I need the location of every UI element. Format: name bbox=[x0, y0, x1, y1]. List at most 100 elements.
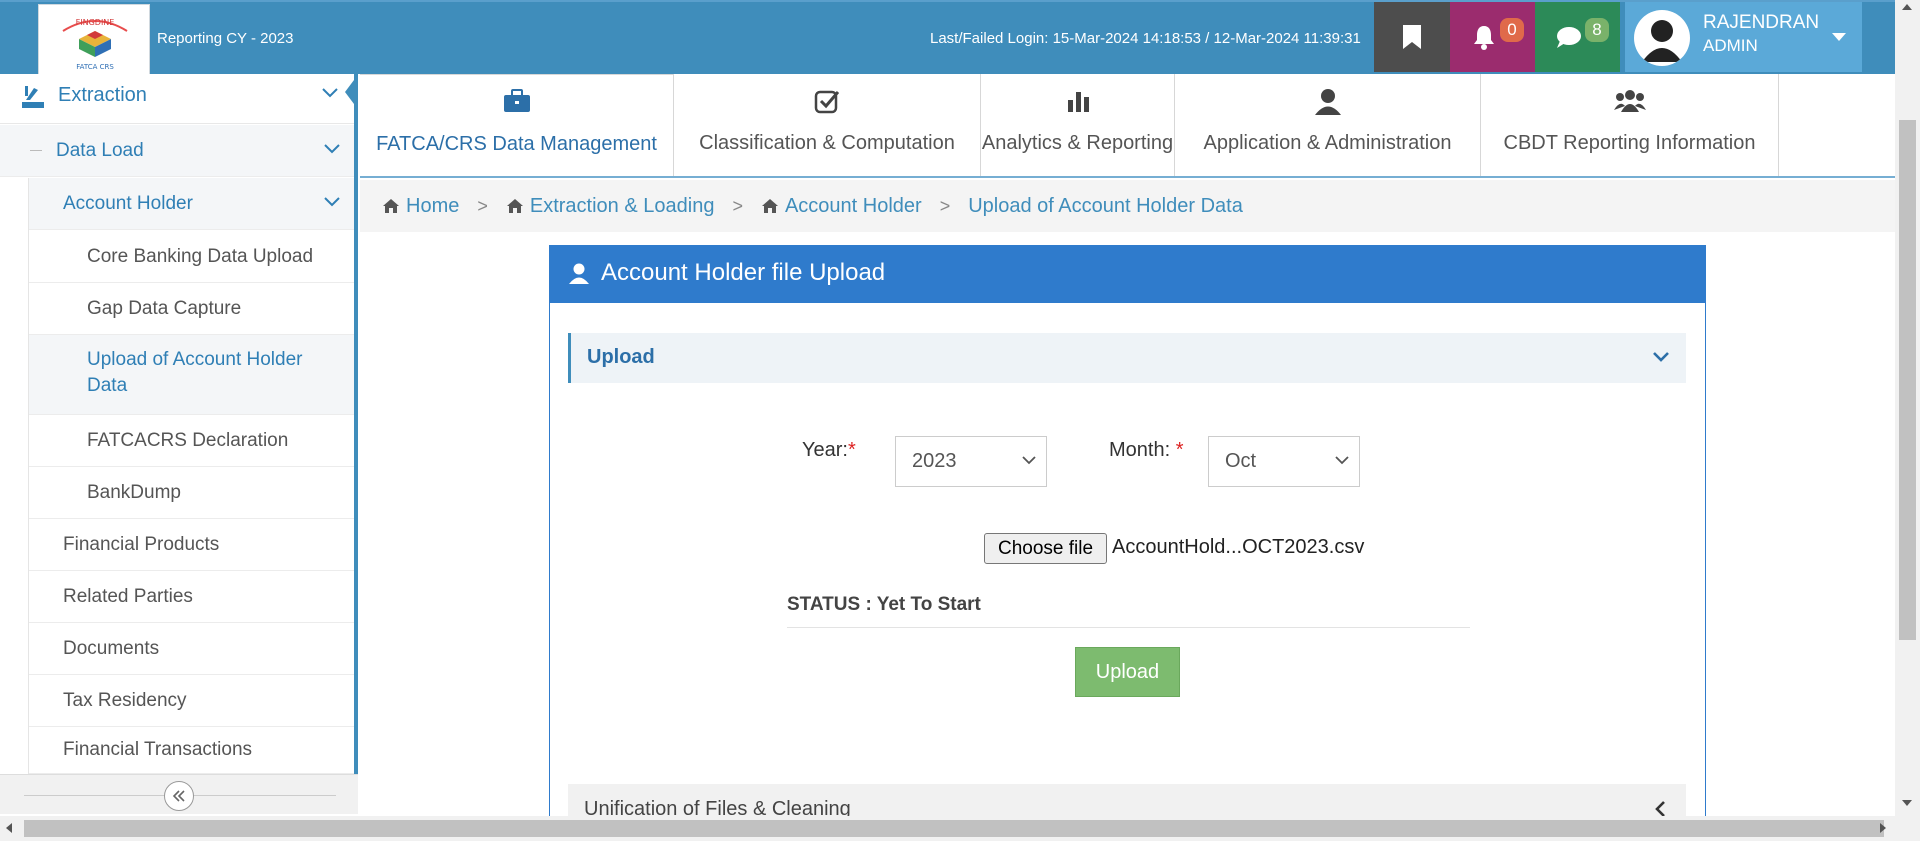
sidebar-item-documents[interactable]: Documents bbox=[28, 623, 354, 675]
double-chevron-left-icon bbox=[172, 790, 185, 802]
year-label: Year:* bbox=[802, 439, 856, 461]
sidebar-item-label: Data Load bbox=[56, 139, 144, 161]
sidebar-item-label: Financial Products bbox=[63, 533, 220, 555]
sidebar-item-tax-residency[interactable]: Tax Residency bbox=[28, 675, 354, 727]
section-title: Upload bbox=[587, 346, 655, 368]
sidebar-footer bbox=[0, 774, 358, 814]
horizontal-scrollbar[interactable] bbox=[0, 816, 1920, 841]
upload-section-header[interactable]: Upload bbox=[568, 333, 1686, 383]
sidebar-item-label: FATCACRS Declaration bbox=[87, 429, 289, 451]
breadcrumb: Home > Extraction & Loading > Account Ho… bbox=[360, 180, 1895, 232]
choose-file-button[interactable]: Choose file bbox=[984, 533, 1107, 564]
sidebar-item-label: Account Holder bbox=[63, 192, 193, 214]
chevron-down-icon bbox=[324, 196, 340, 206]
panel-title: Account Holder file Upload bbox=[601, 259, 886, 286]
sidebar-item-core-banking-data-upload[interactable]: Core Banking Data Upload bbox=[28, 231, 354, 283]
breadcrumb-home[interactable]: Home bbox=[382, 195, 459, 218]
home-icon bbox=[383, 199, 399, 213]
user-icon bbox=[569, 263, 589, 284]
sidebar-item-label: BankDump bbox=[87, 481, 181, 503]
sidebar-item-label: Gap Data Capture bbox=[87, 297, 242, 319]
required-mark: * bbox=[847, 439, 856, 461]
sidebar-item-financial-transactions[interactable]: Financial Transactions bbox=[28, 727, 354, 774]
tab-label: Classification & Computation bbox=[699, 132, 955, 154]
sidebar-item-label: Data bbox=[87, 375, 128, 396]
tab-application-administration[interactable]: Application & Administration bbox=[1175, 74, 1481, 176]
sidebar-item-label: Core Banking Data Upload bbox=[87, 245, 314, 267]
user-role: ADMIN bbox=[1703, 36, 1758, 55]
sidebar-item-upload-account-holder-data[interactable]: Upload of Account Holder Data bbox=[28, 335, 354, 415]
year-select[interactable]: 2023 bbox=[895, 436, 1047, 487]
unification-section-header[interactable]: Unification of Files & Cleaning bbox=[568, 784, 1686, 816]
notifications-count-badge: 0 bbox=[1500, 18, 1524, 42]
required-mark: * bbox=[1175, 439, 1184, 461]
scroll-left-icon[interactable] bbox=[6, 823, 12, 833]
sidebar-item-related-parties[interactable]: Related Parties bbox=[28, 571, 354, 623]
user-menu[interactable]: RAJENDRAN ADMIN bbox=[1625, 2, 1862, 72]
breadcrumb-extraction-loading[interactable]: Extraction & Loading bbox=[506, 195, 714, 218]
sidebar-item-extraction[interactable]: Extraction bbox=[0, 74, 354, 124]
sidebar-item-bankdump[interactable]: BankDump bbox=[28, 467, 354, 519]
tab-label: Analytics & Reporting bbox=[981, 132, 1174, 154]
breadcrumb-separator: > bbox=[732, 195, 743, 216]
tab-analytics-reporting[interactable]: Analytics & Reporting bbox=[981, 74, 1175, 176]
tab-fatca-crs-data-management[interactable]: FATCA/CRS Data Management bbox=[360, 74, 674, 176]
home-icon bbox=[506, 199, 523, 213]
tab-cbdt-reporting-information[interactable]: CBDT Reporting Information bbox=[1481, 74, 1779, 176]
caret-down-icon bbox=[1832, 33, 1846, 41]
sidebar-item-data-load[interactable]: Data Load bbox=[0, 125, 354, 177]
breadcrumb-account-holder[interactable]: Account Holder bbox=[761, 195, 922, 218]
vertical-scrollbar[interactable] bbox=[1895, 0, 1920, 816]
chevron-down-icon bbox=[1335, 456, 1349, 465]
tree-line bbox=[28, 178, 29, 774]
top-header: FINGDINE FATCA CRS Reporting CY - 2023 L… bbox=[0, 0, 1895, 76]
sidebar-item-label: Upload of Account Holder bbox=[87, 349, 303, 370]
messages-count-badge: 8 bbox=[1585, 18, 1609, 42]
scrollbar-thumb[interactable] bbox=[24, 820, 1884, 837]
users-icon bbox=[1613, 90, 1646, 112]
sidebar-item-label: Documents bbox=[63, 637, 160, 659]
tab-classification-computation[interactable]: Classification & Computation bbox=[674, 74, 981, 176]
svg-text:FINGDINE: FINGDINE bbox=[76, 18, 115, 27]
last-login-info: Last/Failed Login: 15-Mar-2024 14:18:53 … bbox=[930, 30, 1361, 47]
bookmark-button[interactable] bbox=[1374, 2, 1450, 72]
scroll-right-icon[interactable] bbox=[1880, 823, 1886, 833]
sidebar-item-gap-data-capture[interactable]: Gap Data Capture bbox=[28, 283, 354, 335]
notifications-button[interactable]: 0 bbox=[1450, 2, 1535, 72]
chevron-down-icon bbox=[1022, 456, 1036, 465]
chevron-left-icon bbox=[1655, 801, 1665, 816]
app-logo[interactable]: FINGDINE FATCA CRS bbox=[38, 4, 150, 76]
upload-status: STATUS : Yet To Start bbox=[787, 594, 1470, 628]
sidebar-item-fatcacrs-declaration[interactable]: FATCACRS Declaration bbox=[28, 415, 354, 467]
chat-icon bbox=[1556, 27, 1581, 48]
sidebar-item-label: Related Parties bbox=[63, 585, 193, 607]
messages-button[interactable]: 8 bbox=[1535, 2, 1620, 72]
sidebar-item-account-holder[interactable]: Account Holder bbox=[28, 178, 354, 230]
sidebar: Extraction Data Load Account Holder Core… bbox=[0, 74, 358, 814]
scrollbar-thumb[interactable] bbox=[1899, 120, 1916, 640]
chevron-down-icon bbox=[324, 143, 340, 153]
user-name: RAJENDRAN bbox=[1703, 12, 1820, 33]
chevron-down-icon bbox=[1653, 352, 1669, 362]
breadcrumb-separator: > bbox=[477, 195, 488, 216]
selected-file-name: AccountHold...OCT2023.csv bbox=[1112, 536, 1365, 558]
scroll-down-icon[interactable] bbox=[1902, 800, 1912, 806]
bar-chart-icon bbox=[1067, 92, 1089, 112]
extraction-icon bbox=[22, 86, 44, 108]
main-tabs: FATCA/CRS Data Management Classification… bbox=[360, 74, 1895, 178]
user-icon bbox=[1314, 89, 1341, 115]
panel-header: Account Holder file Upload bbox=[549, 245, 1706, 303]
tree-connector bbox=[30, 150, 42, 151]
breadcrumb-current: Upload of Account Holder Data bbox=[968, 194, 1243, 217]
bookmark-icon bbox=[1403, 25, 1421, 49]
tab-label: FATCA/CRS Data Management bbox=[376, 133, 657, 155]
avatar bbox=[1634, 10, 1690, 66]
scroll-up-icon[interactable] bbox=[1902, 4, 1912, 10]
sidebar-item-financial-products[interactable]: Financial Products bbox=[28, 519, 354, 571]
collapse-sidebar-button[interactable] bbox=[164, 781, 194, 811]
sidebar-item-label: Tax Residency bbox=[63, 689, 187, 711]
upload-button[interactable]: Upload bbox=[1075, 647, 1180, 697]
month-select[interactable]: Oct bbox=[1208, 436, 1360, 487]
sidebar-item-label: Financial Transactions bbox=[63, 739, 253, 760]
sidebar-active-notch bbox=[345, 76, 357, 108]
